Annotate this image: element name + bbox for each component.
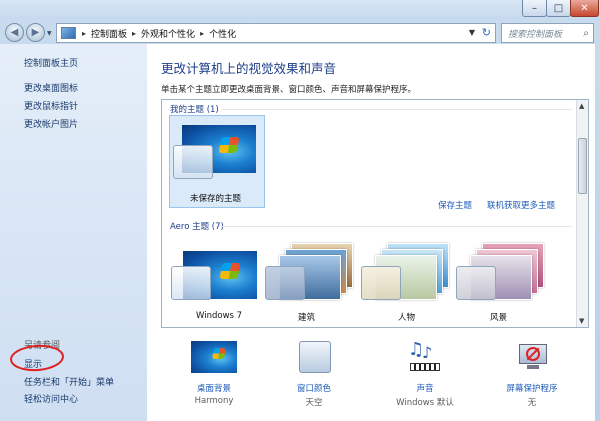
breadcrumb-separator[interactable]: ▸ [132,29,136,38]
divider [222,226,572,227]
minimize-button[interactable]: – [522,0,547,17]
page-description: 单击某个主题立即更改桌面背景、窗口颜色、声音和屏幕保护程序。 [161,85,417,95]
navigation-bar: ◀ ▶ ▼ ▸ 控制面板 ▸ 外观和个性化 ▸ 个性化 ▼ ↻ 搜索控制面板 ⌕ [0,20,600,44]
maximize-button[interactable]: □ [546,0,571,17]
window-glass-swatch [265,266,305,300]
breadcrumb-appearance[interactable]: 外观和个性化 [141,27,195,40]
windows-logo-icon [219,263,241,279]
screensaver-icon [517,341,549,371]
control-panel-window: – □ ✕ ◀ ▶ ▼ ▸ 控制面板 ▸ 外观和个性化 ▸ 个性化 ▼ ↻ 搜索… [0,0,600,421]
divider [222,109,572,110]
control-panel-icon [61,27,76,39]
save-theme-link[interactable]: 保存主题 [438,199,472,211]
window-color-link[interactable]: 窗口颜色 [269,382,359,394]
sidebar-item-ease-of-access[interactable]: 轻松访问中心 [24,392,78,405]
desktop-background-icon [191,341,237,373]
window-color-value: 天空 [305,398,323,408]
theme-label: Windows 7 [196,311,243,321]
desktop-background-link[interactable]: 桌面背景 [169,382,259,394]
desktop-background-value: Harmony [194,396,234,406]
sound-link[interactable]: 声音 [380,382,470,394]
theme-label: 未保存的主题 [190,194,242,204]
screensaver-link[interactable]: 屏幕保护程序 [487,382,577,394]
close-button[interactable]: ✕ [570,0,599,17]
window-color-icon [299,341,331,373]
back-arrow-icon: ◀ [10,27,19,38]
recent-pages-dropdown-icon[interactable]: ▼ [47,30,52,37]
forward-button[interactable]: ▶ [26,23,45,42]
refresh-icon[interactable]: ↻ [482,26,491,39]
music-notes-icon: ♫ ♪ [406,339,446,373]
window-glass-swatch [171,266,211,300]
title-bar: – □ ✕ [0,0,600,20]
desktop-background-setting[interactable]: 桌面背景 Harmony [169,341,259,411]
scroll-up-icon[interactable]: ▲ [579,102,584,110]
window-glass-swatch [173,145,213,179]
sidebar-item-change-mouse-pointers[interactable]: 更改鼠标指针 [24,99,78,112]
theme-label: 人物 [398,313,416,323]
search-icon[interactable]: ⌕ [579,28,593,39]
theme-unsaved[interactable]: 未保存的主题 [169,115,265,208]
screensaver-setting[interactable]: 屏幕保护程序 无 [487,341,577,411]
address-dropdown-icon[interactable]: ▼ [469,28,475,37]
theme-list[interactable]: 我的主题 (1) 未保存的主题 保存主题 联机获取更多主题 Aero 主题 (7… [161,99,589,328]
theme-windows7[interactable] [169,243,261,315]
search-input[interactable]: 搜索控制面板 [508,27,579,40]
page-title: 更改计算机上的视觉效果和声音 [161,61,337,76]
my-themes-heading: 我的主题 (1) [170,105,219,115]
address-bar[interactable]: ▸ 控制面板 ▸ 外观和个性化 ▸ 个性化 ▼ ↻ [56,23,496,43]
sidebar-item-change-account-picture[interactable]: 更改帐户图片 [24,117,78,130]
breadcrumb-separator[interactable]: ▸ [82,29,86,38]
theme-architecture[interactable] [265,243,357,315]
forward-arrow-icon: ▶ [31,27,40,38]
aero-themes-heading: Aero 主题 (7) [170,222,224,232]
sidebar-item-change-desktop-icons[interactable]: 更改桌面图标 [24,81,78,94]
theme-characters[interactable] [361,243,453,315]
windows-logo-icon [212,348,226,359]
search-box[interactable]: 搜索控制面板 ⌕ [501,23,594,43]
window-color-setting[interactable]: 窗口颜色 天空 [269,341,359,411]
breadcrumb-separator[interactable]: ▸ [200,29,204,38]
theme-label: 风景 [490,313,508,323]
theme-landscapes[interactable] [456,243,548,315]
window-glass-swatch [456,266,496,300]
back-button[interactable]: ◀ [5,23,24,42]
theme-list-scrollbar[interactable]: ▲ ▼ [576,100,588,327]
main-content: 更改计算机上的视觉效果和声音 单击某个主题立即更改桌面背景、窗口颜色、声音和屏幕… [147,44,595,421]
sound-setting[interactable]: ♫ ♪ 声音 Windows 默认 [380,339,470,411]
get-more-themes-link[interactable]: 联机获取更多主题 [487,199,555,211]
annotation-circle [9,343,65,373]
breadcrumb-personalization[interactable]: 个性化 [209,27,236,40]
theme-label: 建筑 [298,313,316,323]
sidebar: 控制面板主页 更改桌面图标 更改鼠标指针 更改帐户图片 另请参阅 显示 任务栏和… [0,44,147,421]
windows-logo-icon [218,137,240,153]
breadcrumb-control-panel[interactable]: 控制面板 [91,27,127,40]
scroll-down-icon[interactable]: ▼ [579,317,584,325]
window-glass-swatch [361,266,401,300]
sidebar-item-control-panel-home[interactable]: 控制面板主页 [24,56,78,69]
scrollbar-thumb[interactable] [578,138,587,194]
sidebar-item-taskbar-start-menu[interactable]: 任务栏和「开始」菜单 [24,375,114,388]
sound-value: Windows 默认 [396,398,454,408]
screensaver-value: 无 [527,398,537,408]
